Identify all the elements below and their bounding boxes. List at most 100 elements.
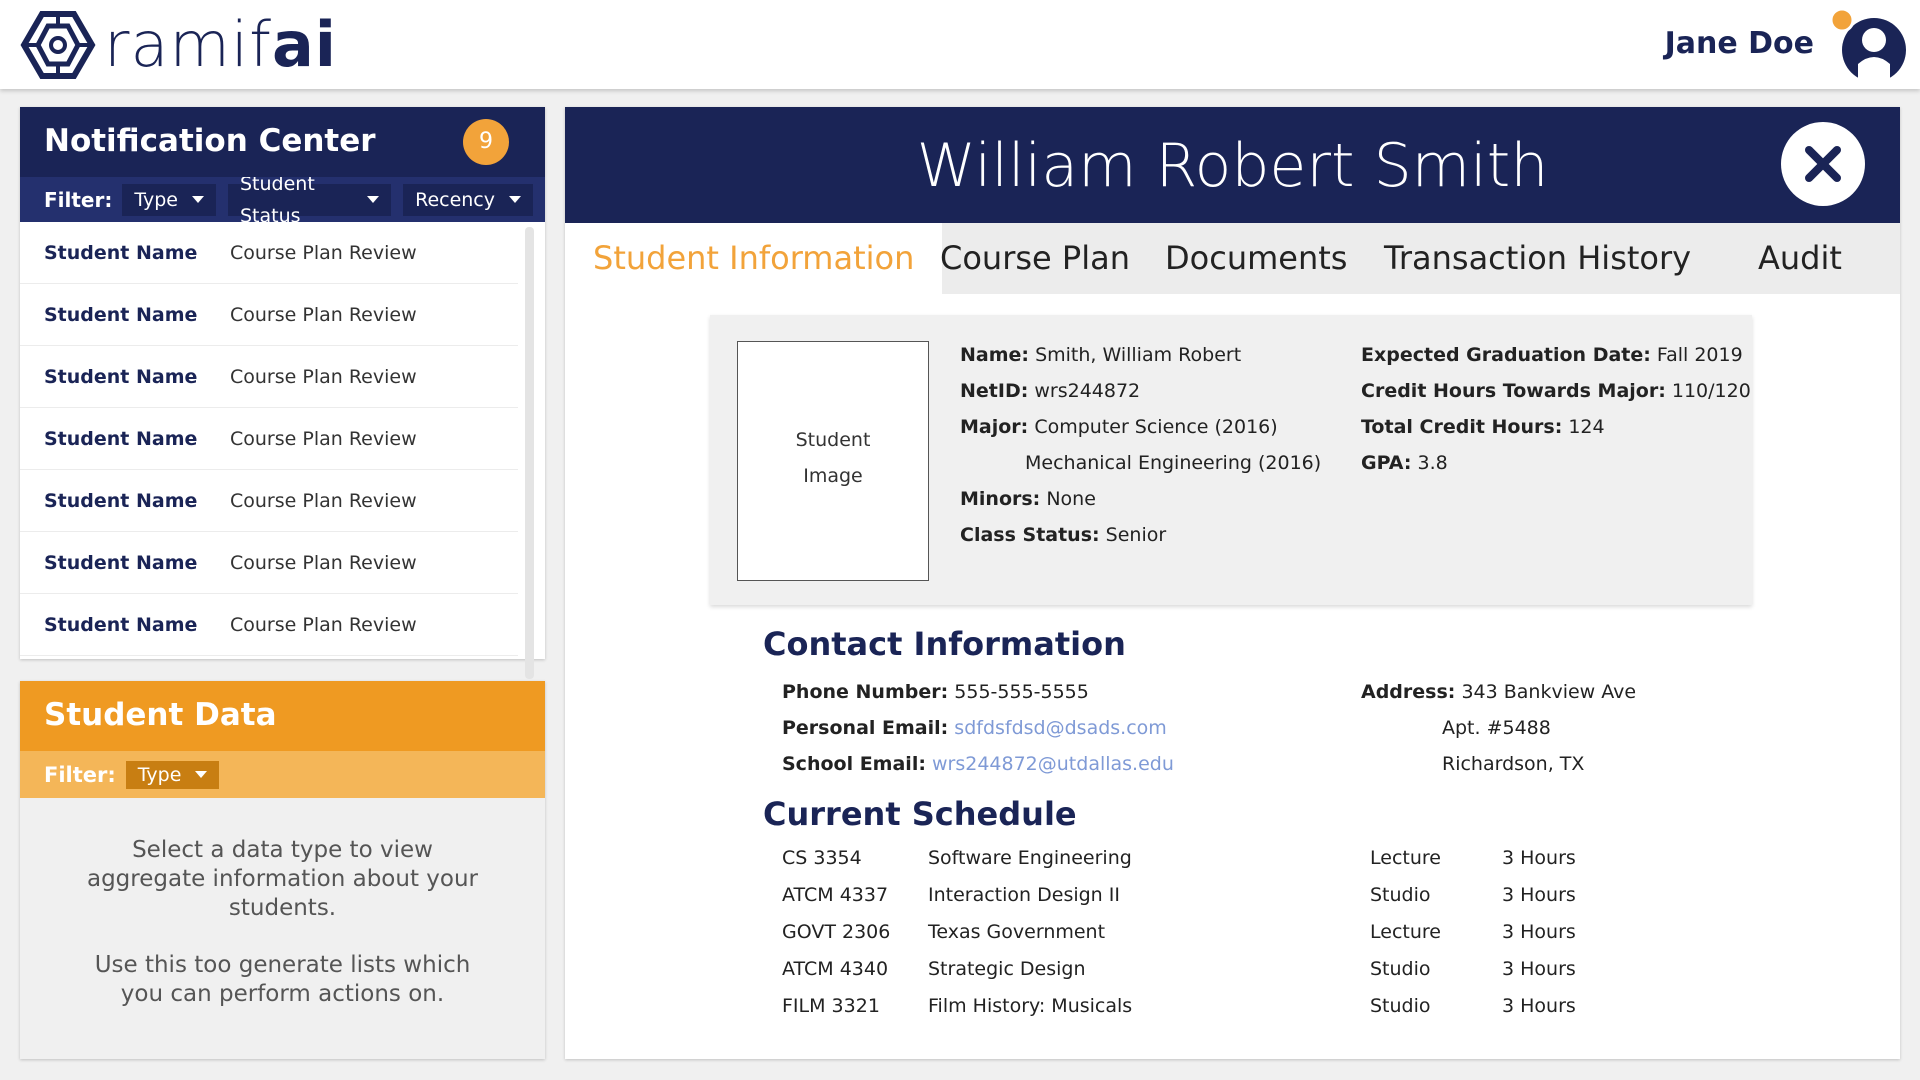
notification-student-name: Student Name [44, 427, 198, 450]
info-name: Name: Smith, William Robert [960, 337, 1321, 373]
label: Address: [1361, 681, 1456, 703]
course-kind: Lecture [1370, 847, 1441, 869]
notification-item[interactable]: Student Name Course Plan Review [20, 470, 518, 532]
course-code: CS 3354 [782, 847, 862, 869]
student-data-instructions: Select a data type to view aggregate inf… [86, 837, 478, 921]
course-code: GOVT 2306 [782, 921, 891, 943]
notification-item[interactable]: Student Name Course Plan Review [20, 284, 518, 346]
label: Name: [960, 344, 1030, 366]
caret-down-icon [195, 771, 208, 778]
info-class-status: Class Status: Senior [960, 517, 1321, 553]
filter-type-dropdown[interactable]: Type [122, 183, 216, 216]
info-major: Major: Computer Science (2016) [960, 409, 1321, 445]
notification-item[interactable]: Student Name Course Plan Review [20, 222, 518, 284]
tab-documents[interactable]: Documents [1165, 223, 1347, 294]
info-netid: NetID: wrs244872 [960, 373, 1321, 409]
contact-school-email: School Email: wrs244872@utdallas.edu [782, 746, 1174, 782]
contact-left: Phone Number: 555-555-5555 Personal Emai… [782, 674, 1174, 782]
personal-email-link[interactable]: sdfdsfdsd@dsads.com [954, 717, 1167, 739]
contact-address-line-2: Apt. #5488 [1442, 717, 1551, 739]
notification-student-name: Student Name [44, 365, 198, 388]
data-type-label: Type [137, 763, 182, 786]
tab-bar: Student Information Course Plan Document… [565, 223, 1900, 294]
contact-information-title: Contact Information [763, 625, 1126, 663]
schedule-row: ATCM 4340 Strategic Design Studio 3 Hour… [782, 958, 1682, 995]
notification-student-name: Student Name [44, 241, 198, 264]
tab-audit[interactable]: Audit [1758, 223, 1842, 294]
caret-down-icon [509, 196, 521, 203]
school-email-link[interactable]: wrs244872@utdallas.edu [932, 753, 1174, 775]
student-data-body: Select a data type to view aggregate inf… [20, 798, 545, 1009]
label: GPA: [1361, 452, 1412, 474]
course-kind: Studio [1370, 884, 1431, 906]
label: Personal Email: [782, 717, 949, 739]
logo-icon [20, 11, 96, 79]
notification-count-badge: 9 [463, 119, 509, 165]
tab-student-information[interactable]: Student Information [565, 223, 943, 294]
course-name: Interaction Design II [928, 884, 1120, 906]
student-detail-header: William Robert Smith [565, 107, 1900, 223]
notification-center: Notification Center 9 Filter: Type Stude… [20, 107, 545, 679]
data-type-dropdown[interactable]: Type [125, 760, 220, 789]
contact-address-line-3: Richardson, TX [1442, 753, 1585, 775]
logo-text-bold: ai [271, 8, 338, 81]
info-credit-major: Credit Hours Towards Major: 110/120 [1361, 373, 1751, 409]
notification-type: Course Plan Review [230, 303, 417, 326]
label: School Email: [782, 753, 926, 775]
student-info-card: Student Image Name: Smith, William Rober… [710, 315, 1752, 605]
filter-type-label: Type [134, 188, 178, 211]
value: 3.8 [1417, 452, 1448, 474]
app-logo[interactable]: ramifai [20, 10, 337, 80]
schedule-row: ATCM 4337 Interaction Design II Studio 3… [782, 884, 1682, 921]
notification-item[interactable]: Student Name Course Plan Review [20, 594, 518, 656]
notification-type: Course Plan Review [230, 551, 417, 574]
info-total-credit: Total Credit Hours: 124 [1361, 409, 1751, 445]
student-data-hint: Use this too generate lists which you ca… [94, 952, 471, 1007]
notification-student-name: Student Name [44, 489, 198, 512]
notification-item[interactable]: Student Name Course Plan Review [20, 408, 518, 470]
value: Smith, William Robert [1035, 344, 1242, 366]
filter-label: Filter: [44, 762, 116, 787]
value: 343 Bankview Ave [1461, 681, 1637, 703]
student-data-header: Student Data [20, 681, 545, 751]
course-kind: Studio [1370, 958, 1431, 980]
student-detail-panel: William Robert Smith Student Information… [565, 107, 1900, 1059]
logo-text-light: ramif [104, 8, 272, 81]
course-hours: 3 Hours [1502, 884, 1576, 906]
notification-type: Course Plan Review [230, 427, 417, 450]
course-name: Strategic Design [928, 958, 1086, 980]
student-image-placeholder: Student Image [737, 341, 929, 581]
label: Total Credit Hours: [1361, 416, 1563, 438]
caret-down-icon [192, 196, 204, 203]
notification-student-name: Student Name [44, 613, 198, 636]
notification-scrollbar[interactable] [525, 227, 534, 679]
current-schedule-title: Current Schedule [763, 795, 1077, 833]
course-code: FILM 3321 [782, 995, 880, 1017]
contact-personal-email: Personal Email: sdfdsfdsd@dsads.com [782, 710, 1174, 746]
value: 555-555-5555 [954, 681, 1089, 703]
value: Fall 2019 [1656, 344, 1743, 366]
filter-student-status-dropdown[interactable]: Student Status [228, 173, 392, 227]
notification-filter-bar: Filter: Type Student Status Recency [20, 173, 545, 227]
student-data-title: Student Data [44, 697, 277, 733]
logo-wordmark: ramifai [104, 10, 337, 80]
filter-recency-dropdown[interactable]: Recency [403, 183, 533, 216]
notification-item[interactable]: Student Name Course Plan Review [20, 346, 518, 408]
notification-item[interactable]: Student Name Course Plan Review [20, 532, 518, 594]
course-name: Texas Government [928, 921, 1106, 943]
schedule-row: GOVT 2306 Texas Government Lecture 3 Hou… [782, 921, 1682, 958]
close-button[interactable] [1781, 122, 1865, 206]
contact-address: Address: 343 Bankview Ave Apt. #5488 Ric… [1361, 674, 1636, 782]
tab-course-plan[interactable]: Course Plan [940, 223, 1130, 294]
value: wrs244872 [1034, 380, 1141, 402]
course-hours: 3 Hours [1502, 958, 1576, 980]
user-name[interactable]: Jane Doe [1665, 26, 1814, 61]
tab-transaction-history[interactable]: Transaction History [1384, 223, 1691, 294]
notification-list: Student Name Course Plan Review Student N… [20, 222, 518, 659]
info-minors: Minors: None [960, 481, 1321, 517]
user-avatar-icon[interactable] [1828, 6, 1910, 86]
label: NetID: [960, 380, 1029, 402]
course-hours: 3 Hours [1502, 995, 1576, 1017]
course-code: ATCM 4337 [782, 884, 889, 906]
notification-title: Notification Center [44, 123, 376, 159]
